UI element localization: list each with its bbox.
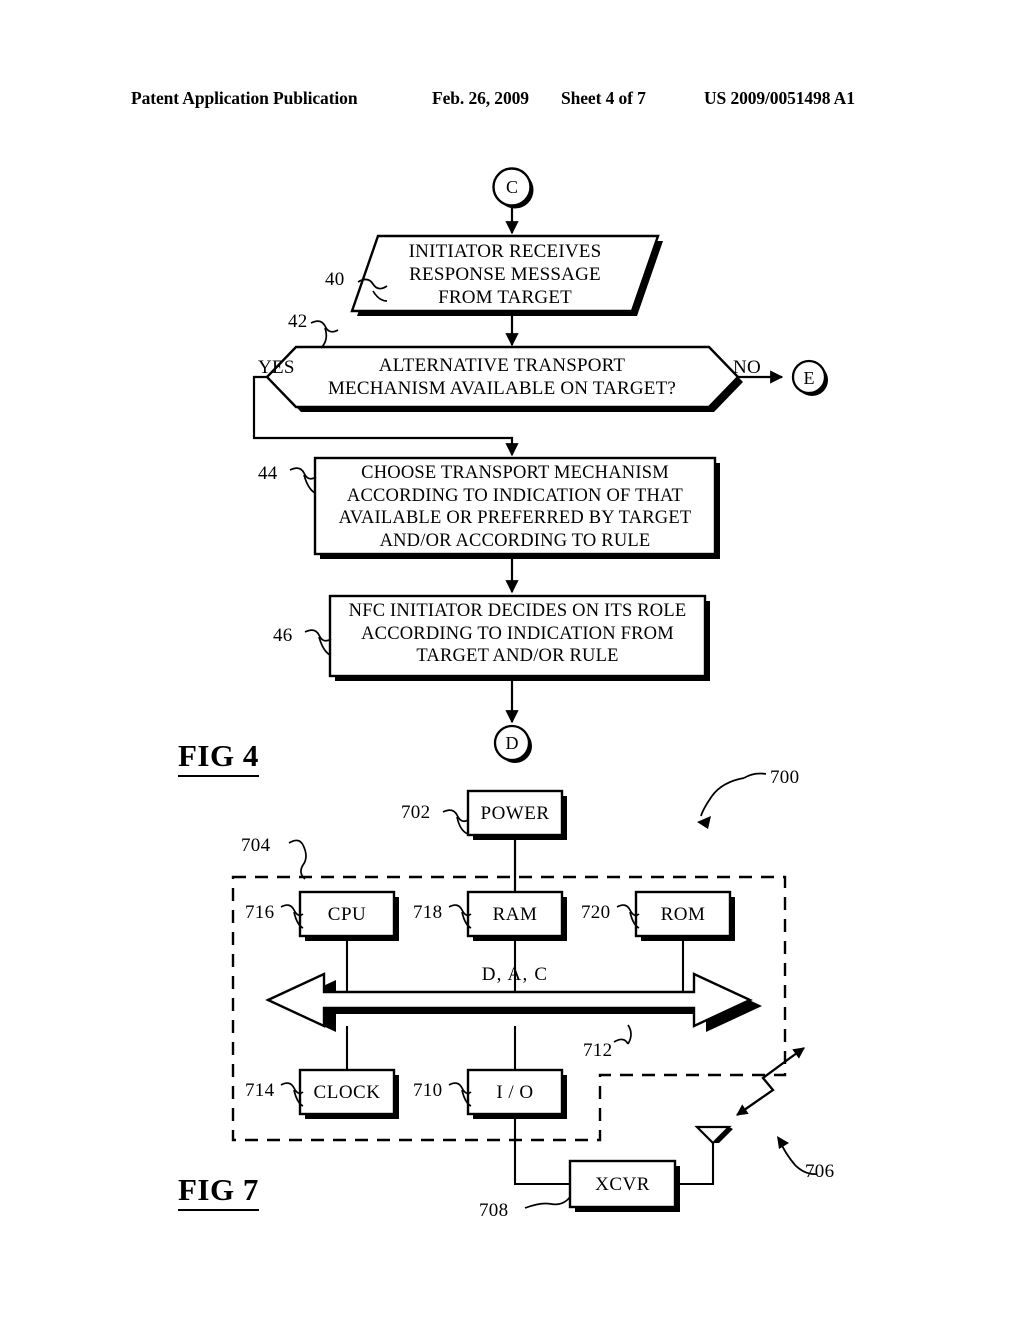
ref-42: 42 xyxy=(288,311,308,332)
block-xcvr-label: XCVR xyxy=(595,1174,650,1195)
node-40-line-3: FROM TARGET xyxy=(438,287,572,309)
block-cpu-label: CPU xyxy=(327,904,367,925)
node-46-text: NFC INITIATOR DECIDES ON ITS ROLE ACCORDI… xyxy=(335,600,700,668)
node-44-text: CHOOSE TRANSPORT MECHANISM ACCORDING TO I… xyxy=(320,462,710,552)
branch-no-label: NO xyxy=(733,357,762,378)
ref-710: 710 xyxy=(413,1080,443,1101)
connector-c-label: C xyxy=(505,177,518,197)
ref-714: 714 xyxy=(245,1080,275,1101)
node-40-line-1: INITIATOR RECEIVES xyxy=(408,241,602,262)
node-40-text: INITIATOR RECEIVES RESPONSE MESSAGE FROM T… xyxy=(380,240,630,310)
ref-706: 706 xyxy=(805,1161,835,1182)
node-44-line-1: CHOOSE TRANSPORT MECHANISM xyxy=(361,463,669,483)
block-power-label: POWER xyxy=(480,803,550,824)
ref-40: 40 xyxy=(325,269,345,290)
block-io-label: I / O xyxy=(496,1082,534,1103)
patent-drawing-page: Patent Application Publication Feb. 26, … xyxy=(0,0,1024,1320)
node-42-line-1: ALTERNATIVE TRANSPORT xyxy=(378,355,626,376)
connector-e-label: E xyxy=(803,368,815,388)
ref-720: 720 xyxy=(581,902,611,923)
connector-d-label: D xyxy=(505,733,519,753)
ref-712: 712 xyxy=(583,1040,613,1061)
fig-7-underline xyxy=(178,1209,259,1211)
node-44-line-2: ACCORDING TO INDICATION OF THAT xyxy=(346,485,684,506)
ref-44: 44 xyxy=(258,463,278,484)
ref-702: 702 xyxy=(401,802,431,823)
node-40-line-2: RESPONSE MESSAGE xyxy=(409,264,601,286)
node-46-line-2: ACCORDING TO INDICATION FROM xyxy=(361,623,674,644)
fig-7-label-text: FIG 7 xyxy=(178,1172,259,1207)
block-clock-label: CLOCK xyxy=(313,1082,381,1103)
ref-704: 704 xyxy=(241,835,271,856)
block-rom-label: ROM xyxy=(660,904,706,925)
ref-716: 716 xyxy=(245,902,275,923)
ref-708: 708 xyxy=(479,1200,509,1221)
ref-700: 700 xyxy=(770,767,800,788)
node-46-line-3: TARGET AND/OR RULE xyxy=(416,646,619,667)
node-42-text: ALTERNATIVE TRANSPORT MECHANISM AVAILABLE… xyxy=(302,354,702,400)
fig-4-label-text: FIG 4 xyxy=(178,738,259,773)
bus-label: D, A, C xyxy=(481,964,549,985)
branch-yes-label: YES xyxy=(258,357,295,378)
node-44-line-4: AND/OR ACCORDING TO RULE xyxy=(379,530,651,551)
node-44-line-3: AVAILABLE OR PREFERRED BY TARGET xyxy=(338,508,692,529)
fig-7-label: FIG 7 xyxy=(178,1172,259,1211)
node-46-line-1: NFC INITIATOR DECIDES ON ITS ROLE xyxy=(348,601,687,621)
ref-718: 718 xyxy=(413,902,443,923)
fig-4-underline xyxy=(178,775,259,777)
ref-46: 46 xyxy=(273,625,293,646)
block-ram-label: RAM xyxy=(492,904,538,925)
node-42-line-2: MECHANISM AVAILABLE ON TARGET? xyxy=(327,378,677,400)
fig-4-label: FIG 4 xyxy=(178,738,259,777)
